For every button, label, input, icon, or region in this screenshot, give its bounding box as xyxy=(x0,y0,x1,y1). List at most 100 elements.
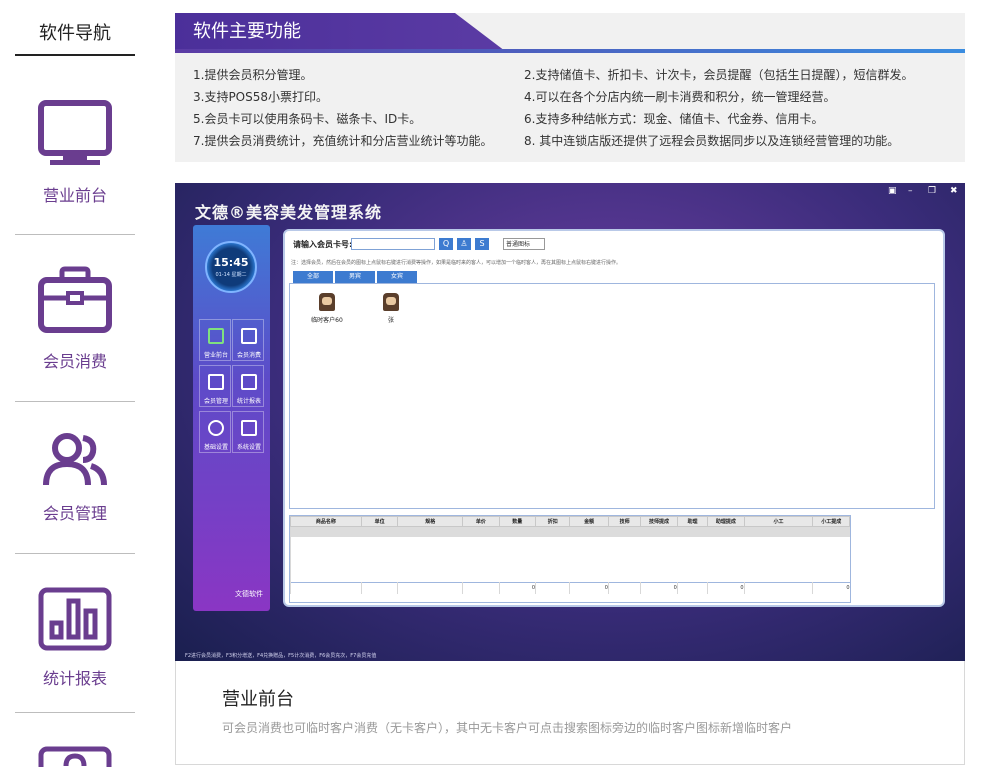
feature-line: 8. 其中连锁店版还提供了远程会员数据同步以及连锁经营管理的功能。 xyxy=(524,134,900,148)
search-button[interactable]: Q xyxy=(439,238,453,250)
card-label: 请输入会员卡号: xyxy=(293,240,353,249)
client-avatar xyxy=(319,293,335,311)
grid-header: 商品名称 xyxy=(290,516,362,527)
client-item[interactable]: 张 xyxy=(371,293,411,324)
grid-total: 0 xyxy=(640,582,678,594)
caption-description: 可会员消费也可临时客户消费（无卡客户），其中无卡客户可点击搜索图标旁边的临时客户… xyxy=(222,721,793,735)
grid-header: 助理 xyxy=(676,516,709,527)
usage-note: 注：选择会员，然后在会员的图标上点鼠标右键进行消费等操作，如果是临时来的客人，可… xyxy=(291,260,622,266)
nav-item-label: 统计报表 xyxy=(42,669,107,688)
client-item[interactable]: 临时客户60 xyxy=(307,293,347,324)
wrench-icon xyxy=(241,420,257,436)
features-header: 软件主要功能 xyxy=(175,13,965,53)
users-icon xyxy=(208,374,224,390)
tab-male[interactable]: 男宾 xyxy=(335,271,375,283)
grid-header: 金额 xyxy=(569,516,609,527)
tab-female[interactable]: 女宾 xyxy=(377,271,417,283)
software-nav: 软件导航 营业前台 会员消费 会员管理 统计报表 xyxy=(0,0,150,767)
grid-header: 规格 xyxy=(397,516,464,527)
clock-date: 01-14 星期二 xyxy=(215,272,247,278)
nav-item-label: 会员消费 xyxy=(42,352,107,371)
restore-icon[interactable]: ❐ xyxy=(928,186,936,196)
feature-line: 6.支持多种结帐方式：现金、储值卡、代金券、信用卡。 xyxy=(524,112,824,126)
divider xyxy=(15,712,135,713)
side-button-manage[interactable]: 会员管理 xyxy=(199,365,231,407)
side-button-label: 统计报表 xyxy=(236,398,261,405)
grid-total-row: 0 0 0 0 0 xyxy=(290,582,850,594)
grid-header: 小工 xyxy=(743,516,814,527)
minimize-icon[interactable]: – xyxy=(908,186,913,196)
grid-total xyxy=(462,582,500,594)
nav-item-label: 会员管理 xyxy=(42,504,107,523)
side-button-system-settings[interactable]: 系统设置 xyxy=(232,411,264,453)
grid-total xyxy=(290,582,362,594)
divider xyxy=(15,401,135,402)
grid-total xyxy=(535,582,570,594)
app-main-panel: 请输入会员卡号: Q ♙ S 普通图标 注：选择会员，然后在会员的图标上点鼠标右… xyxy=(283,229,945,607)
grid-header: 技师提成 xyxy=(640,516,678,527)
nav-item-member-consume[interactable]: 会员消费 xyxy=(15,266,135,376)
close-icon[interactable]: ✖ xyxy=(950,186,958,196)
grid-total: 0 xyxy=(812,582,850,594)
grid-total xyxy=(676,582,708,594)
window-icon[interactable]: ▣ xyxy=(888,186,897,196)
side-logo: 文德软件 xyxy=(235,590,263,598)
users-icon xyxy=(43,433,107,486)
nav-item-member-manage[interactable]: 会员管理 xyxy=(15,432,135,532)
monitor-icon xyxy=(208,328,224,344)
divider xyxy=(15,553,135,554)
feature-line: 7.提供会员消费统计，充值统计和分店营业统计等功能。 xyxy=(193,134,493,148)
briefcase-icon xyxy=(38,266,112,333)
bar-chart-icon xyxy=(38,587,112,651)
side-button-consume[interactable]: 会员消费 xyxy=(232,319,264,361)
app-title: 文德®美容美发管理系统 xyxy=(195,203,383,222)
side-button-front[interactable]: 营业前台 xyxy=(199,319,231,361)
feature-line: 5.会员卡可以使用条码卡、磁条卡、ID卡。 xyxy=(193,112,422,126)
grid-total xyxy=(360,582,398,594)
side-button-label: 会员消费 xyxy=(236,352,261,359)
clock-time: 15:45 xyxy=(213,256,249,269)
clock: 15:45 01-14 星期二 xyxy=(205,241,257,293)
client-name: 临时客户60 xyxy=(311,317,343,324)
feature-line: 3.支持POS58小票打印。 xyxy=(193,90,329,104)
refresh-button[interactable]: S xyxy=(475,238,489,250)
feature-line: 2.支持储值卡、折扣卡、计次卡，会员提醒（包括生日提醒），短信群发。 xyxy=(524,68,914,82)
grid-total: 0 xyxy=(707,582,745,594)
features-title: 软件主要功能 xyxy=(193,21,301,42)
side-button-label: 系统设置 xyxy=(236,444,261,451)
temp-client-button[interactable]: ♙ xyxy=(457,238,471,250)
grid-header: 助理提成 xyxy=(707,516,745,527)
side-button-stats[interactable]: 统计报表 xyxy=(232,365,264,407)
icon-mode-select[interactable]: 普通图标 xyxy=(503,238,545,250)
app-screenshot: 文德®美容美发管理系统 ▣ – ❐ ✖ 15:45 01-14 星期二 营业前台… xyxy=(175,183,965,661)
table-row[interactable] xyxy=(290,536,850,583)
grid-header: 折扣 xyxy=(535,516,571,527)
bar-chart-icon xyxy=(241,374,257,390)
card-number-input[interactable] xyxy=(351,238,435,250)
gear-icon xyxy=(38,746,112,767)
client-name: 张 xyxy=(387,317,394,324)
screenshot-caption: 营业前台 可会员消费也可临时客户消费（无卡客户），其中无卡客户可点击搜索图标旁边… xyxy=(175,661,965,765)
status-bar: F2进行会员消费，F3积分增送，F4兑换赠品，F5计次消费，F6会员充次，F7会… xyxy=(185,653,377,659)
nav-item-business-front[interactable]: 营业前台 xyxy=(15,100,135,210)
features-panel: 软件主要功能 1.提供会员积分管理。 2.支持储值卡、折扣卡、计次卡，会员提醒（… xyxy=(175,13,965,162)
nav-item-statistics[interactable]: 统计报表 xyxy=(15,587,135,688)
grid-total xyxy=(607,582,641,594)
app-sidebar: 15:45 01-14 星期二 营业前台 会员消费 会员管理 统计报表 基础设置… xyxy=(193,225,270,611)
order-grid: 商品名称 单位 规格 单价 数量 折扣 金额 技师 技师提成 助理 助理提成 小… xyxy=(289,515,851,603)
grid-header: 单价 xyxy=(462,516,500,527)
side-button-label: 营业前台 xyxy=(203,352,228,359)
grid-header: 数量 xyxy=(498,516,537,527)
grid-selected-row[interactable] xyxy=(290,526,850,537)
nav-item-label: 营业前台 xyxy=(42,186,107,205)
grid-total xyxy=(743,582,813,594)
tab-all[interactable]: 全部 xyxy=(293,271,333,283)
side-button-basic-settings[interactable]: 基础设置 xyxy=(199,411,231,453)
grid-header: 单位 xyxy=(360,516,399,527)
side-button-label: 基础设置 xyxy=(203,444,228,451)
caption-title: 营业前台 xyxy=(222,689,294,710)
nav-item-settings[interactable] xyxy=(15,746,135,767)
nav-title: 软件导航 xyxy=(15,14,135,56)
grid-total: 0 xyxy=(498,582,536,594)
grid-header: 小工提成 xyxy=(812,516,850,527)
